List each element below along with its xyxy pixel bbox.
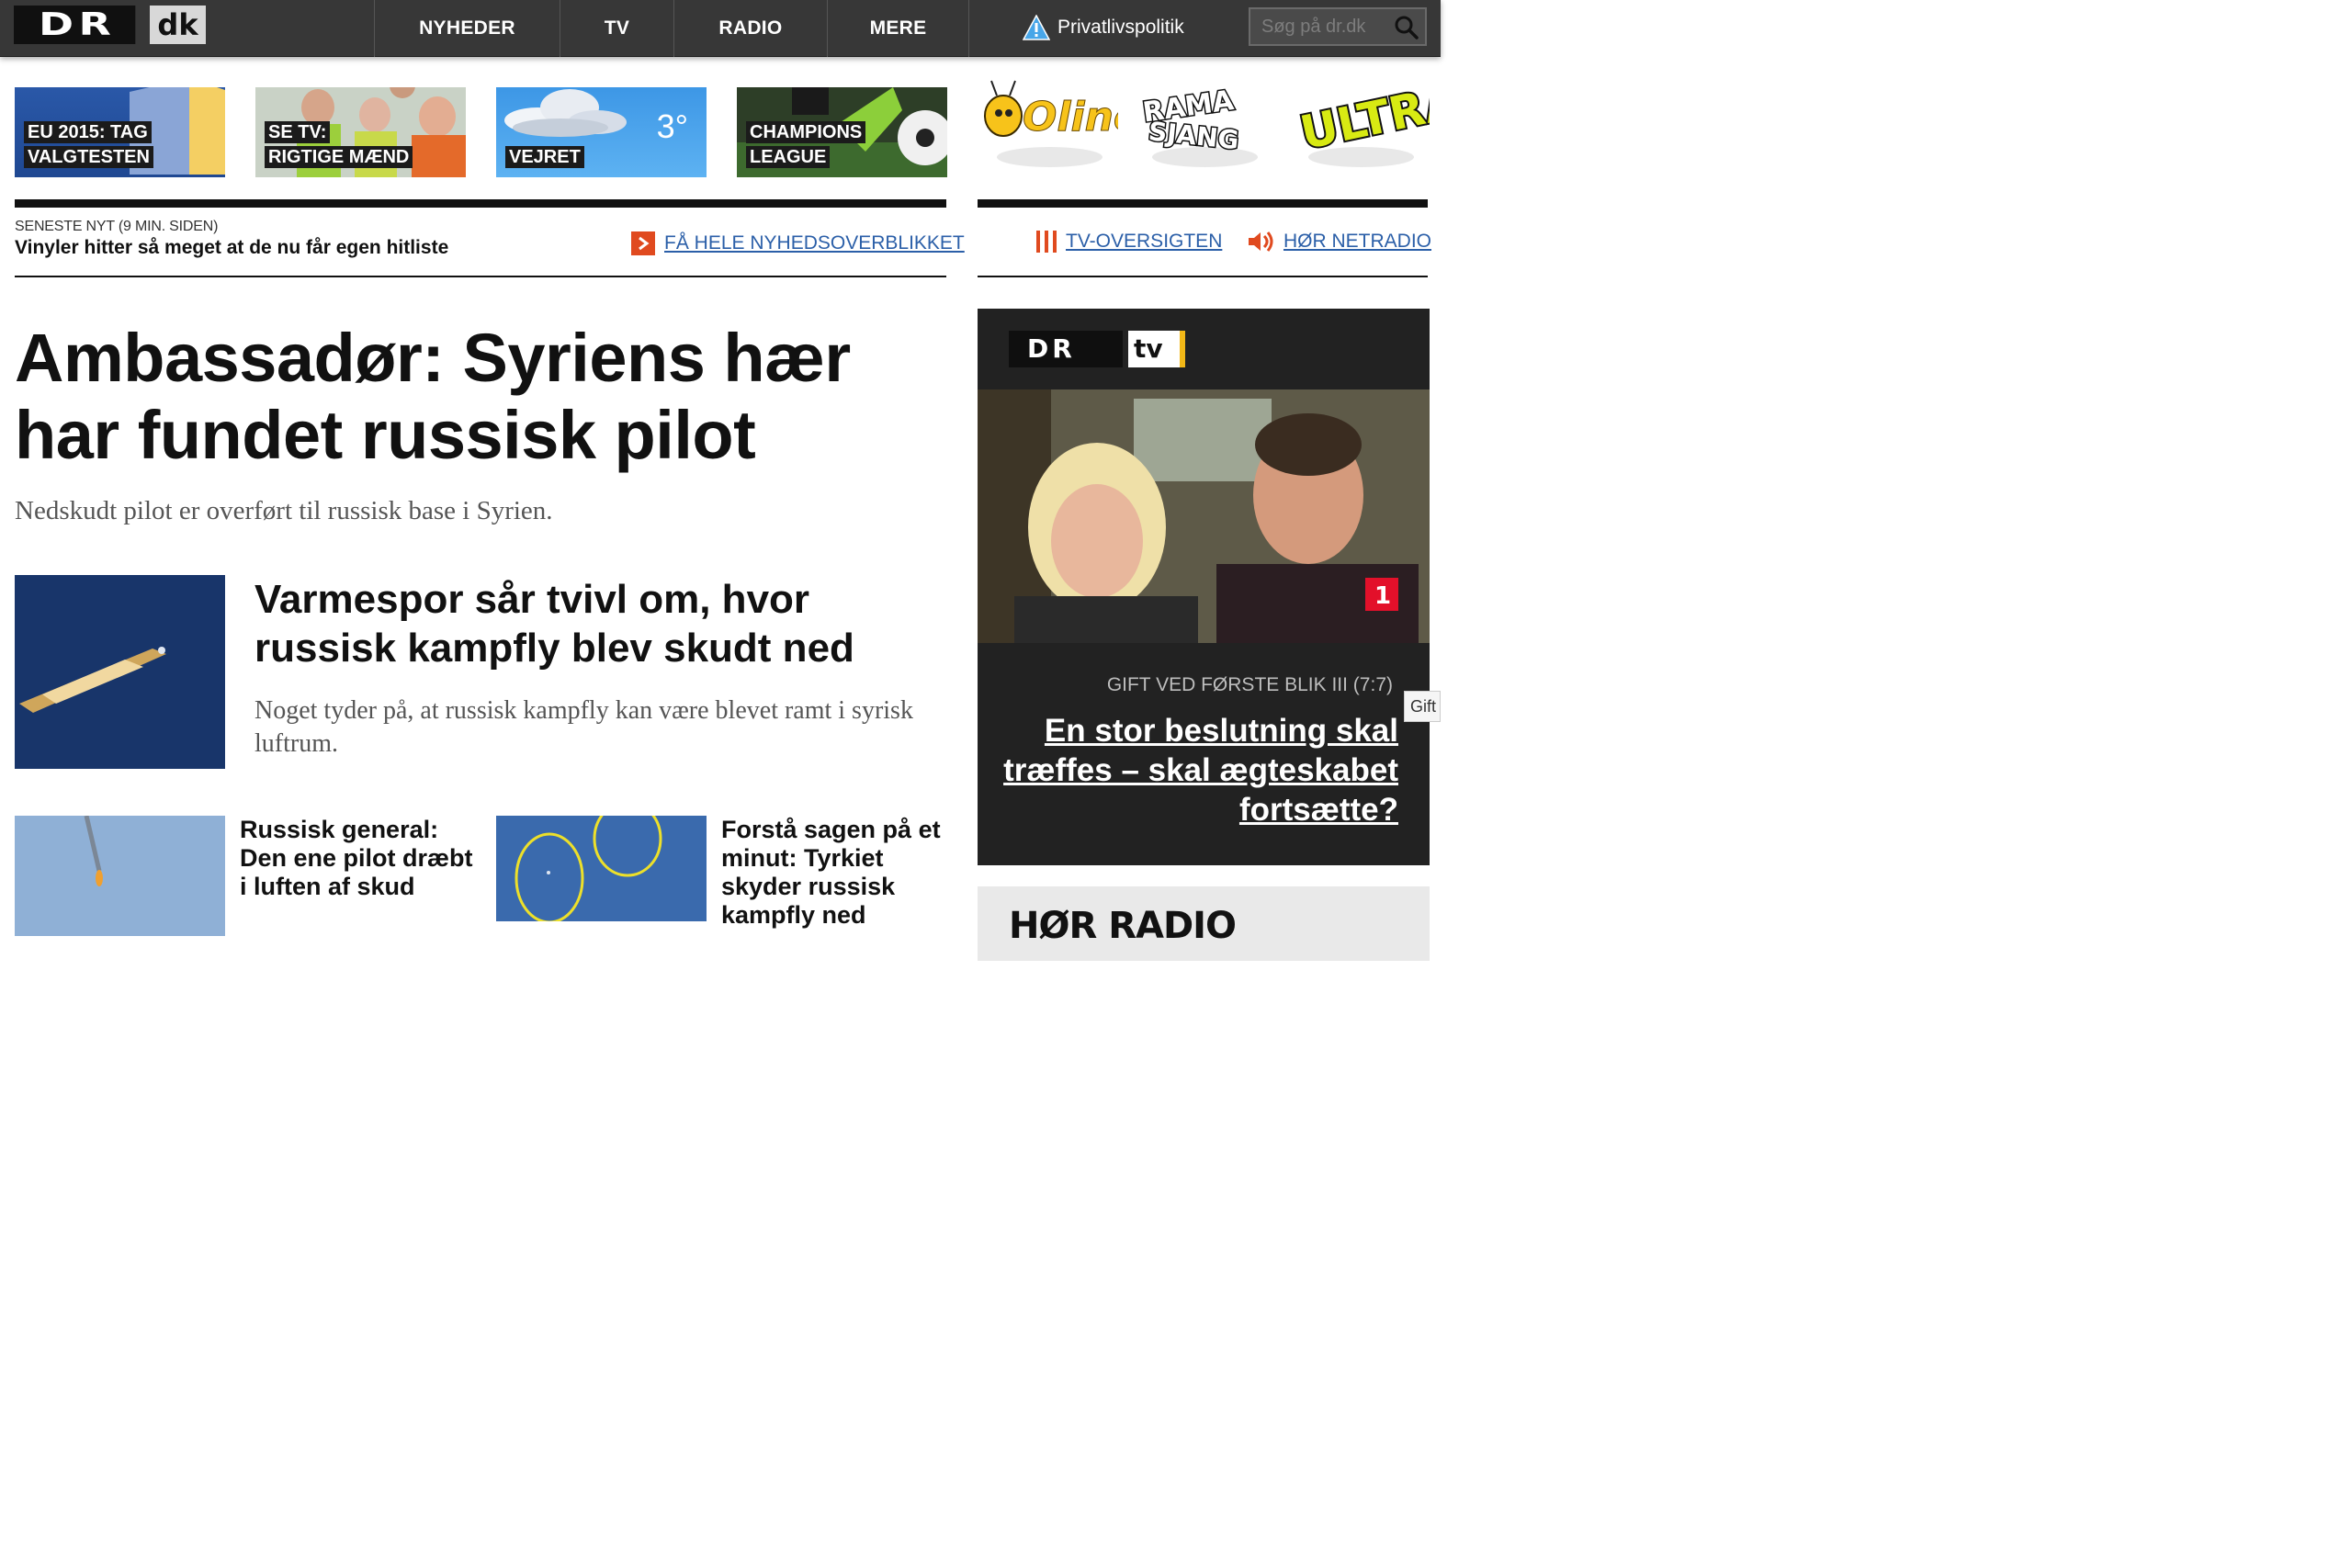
radio-box-title: HØR RADIO bbox=[1009, 905, 1237, 947]
nav-item-tv[interactable]: TV bbox=[560, 0, 673, 57]
story-image-circled-jet[interactable] bbox=[496, 816, 707, 921]
tile-label: SE TV: RIGTIGE MÆND bbox=[265, 120, 413, 170]
dr-dk-logo[interactable]: DR dk bbox=[14, 6, 206, 44]
nav-item-radio[interactable]: RADIO bbox=[673, 0, 827, 57]
falling-jet-photo bbox=[15, 816, 225, 936]
search-input[interactable] bbox=[1250, 9, 1388, 44]
main-headline[interactable]: Ambassadør: Syriens hær har fundet russi… bbox=[15, 320, 897, 474]
tile-champions-league[interactable]: CHAMPIONS LEAGUE bbox=[737, 87, 947, 177]
svg-text:Oline: Oline bbox=[1023, 94, 1118, 141]
svg-text:ULTRA: ULTRA bbox=[1295, 74, 1430, 159]
story-1-teaser: Noget tyder på, at russisk kampfly kan v… bbox=[254, 696, 913, 758]
story-2-headline[interactable]: Russisk general: Den ene pilot dræbt i l… bbox=[240, 816, 474, 901]
speaker-icon bbox=[1249, 231, 1273, 252]
privacy-policy-label: Privatlivspolitik bbox=[1057, 17, 1184, 38]
oline-logo[interactable]: Oline bbox=[980, 72, 1118, 173]
story-image-jet-burning[interactable] bbox=[15, 575, 225, 769]
netradio-link[interactable]: HØR NETRADIO bbox=[1247, 230, 1431, 254]
main-nav: NYHEDER TV RADIO MERE bbox=[374, 0, 969, 57]
tv-guide-link[interactable]: TV-OVERSIGTEN bbox=[1035, 230, 1222, 254]
latest-news-kicker: SENESTE NYT (9 MIN. SIDEN) bbox=[15, 219, 219, 234]
tile-vejret[interactable]: 3° VEJRET bbox=[496, 87, 707, 177]
logo-dk-text: dk bbox=[150, 6, 206, 44]
svg-text:1: 1 bbox=[1374, 582, 1391, 610]
drtv-logo[interactable]: DR tv bbox=[1009, 331, 1185, 367]
tile-label: EU 2015: TAG VALGTESTEN bbox=[24, 120, 153, 170]
tv-guide-label: TV-OVERSIGTEN bbox=[1066, 231, 1223, 252]
burning-jet-photo bbox=[15, 575, 225, 769]
ultra-wordmark: ULTRA bbox=[1294, 73, 1430, 159]
tile-rigtige-maend[interactable]: SE TV: RIGTIGE MÆND bbox=[255, 87, 466, 177]
divider bbox=[978, 276, 1428, 277]
story-3-headline[interactable]: Forstå sagen på et minut: Tyrkiet skyder… bbox=[721, 816, 960, 930]
side-tooltip-tab[interactable]: Gift bbox=[1404, 691, 1441, 722]
tile-label: CHAMPIONS LEAGUE bbox=[746, 120, 866, 170]
drtv-logo-dr: DR bbox=[1009, 331, 1123, 367]
story-image-falling-jet[interactable] bbox=[15, 816, 225, 936]
tile-eu-valgtest[interactable]: EU 2015: TAG VALGTESTEN bbox=[15, 87, 225, 177]
radio-box: HØR RADIO bbox=[978, 886, 1430, 961]
ultra-logo[interactable]: ULTRA bbox=[1292, 72, 1430, 173]
chevron-right-icon bbox=[631, 231, 655, 255]
drtv-promo-box: DR tv 1 GIFT VED FØRSTE BLIK III (7:7) E… bbox=[978, 309, 1430, 865]
logo-dr-text: DR bbox=[14, 6, 136, 44]
drtv-logo-tv: tv bbox=[1128, 331, 1185, 367]
divider bbox=[15, 276, 946, 277]
divider bbox=[15, 199, 946, 208]
news-overview-label: FÅ HELE NYHEDSOVERBLIKKET bbox=[664, 232, 965, 254]
tv-guide-icon bbox=[1036, 231, 1057, 253]
temperature: 3° bbox=[656, 107, 688, 145]
story-1-headline[interactable]: Varmespor sår tvivl om, hvor russisk kam… bbox=[254, 575, 934, 672]
divider bbox=[978, 199, 1428, 208]
drtv-program-title[interactable]: En stor beslutning skal træffes – skal æ… bbox=[994, 711, 1398, 829]
ramasjang-wordmark: RAMA SJANG bbox=[1139, 83, 1241, 154]
nav-item-nyheder[interactable]: NYHEDER bbox=[374, 0, 560, 57]
warning-icon bbox=[1023, 15, 1050, 40]
netradio-label: HØR NETRADIO bbox=[1283, 231, 1432, 252]
ramasjang-logo[interactable]: RAMA SJANG bbox=[1136, 72, 1273, 173]
svg-text:SJANG: SJANG bbox=[1148, 116, 1241, 154]
couple-photo: 1 bbox=[978, 389, 1430, 643]
news-overview-link[interactable]: FÅ HELE NYHEDSOVERBLIKKET bbox=[631, 231, 965, 255]
latest-news-headline[interactable]: Vinyler hitter så meget at de nu får ege… bbox=[15, 237, 448, 259]
tile-label: VEJRET bbox=[505, 145, 584, 170]
nav-item-mere[interactable]: MERE bbox=[827, 0, 969, 57]
main-subhead: Nedskudt pilot er overført til russisk b… bbox=[15, 496, 553, 525]
search-icon[interactable] bbox=[1394, 15, 1419, 40]
drtv-program-kicker: GIFT VED FØRSTE BLIK III (7:7) bbox=[1106, 674, 1393, 695]
drtv-promo-image[interactable]: 1 bbox=[978, 389, 1430, 643]
search-box bbox=[1249, 7, 1427, 46]
privacy-policy-link[interactable]: Privatlivspolitik bbox=[1023, 15, 1184, 40]
top-navigation-bar: DR dk NYHEDER TV RADIO MERE Privatlivspo… bbox=[0, 0, 1441, 57]
circled-jet-photo bbox=[496, 816, 707, 921]
oline-wordmark: Oline bbox=[984, 80, 1118, 141]
